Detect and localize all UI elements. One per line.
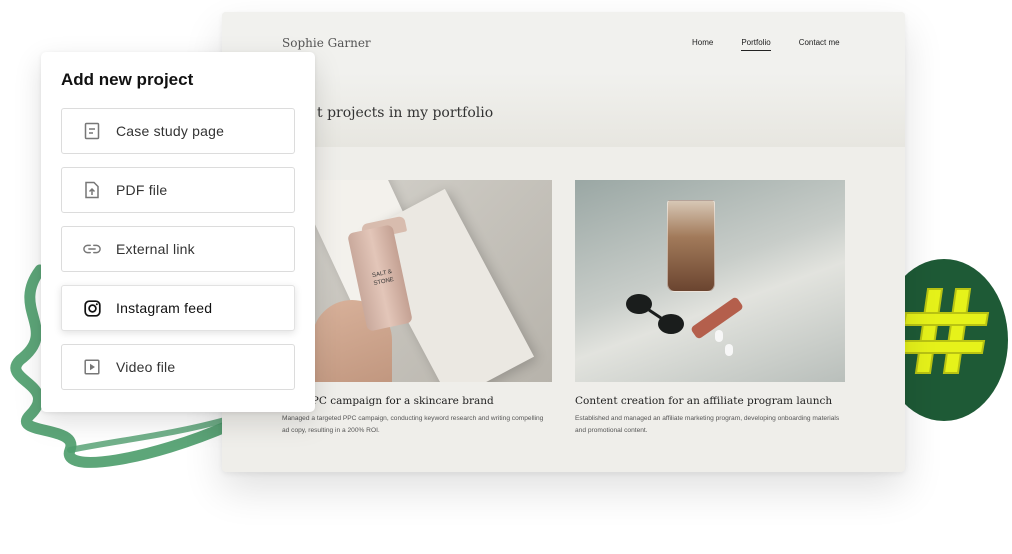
option-external-link[interactable]: External link <box>61 226 295 272</box>
hashtag-icon <box>898 288 990 374</box>
instagram-icon <box>83 299 101 317</box>
nav-portfolio-link[interactable]: Portfolio <box>741 38 771 51</box>
option-pdf-file[interactable]: PDF file <box>61 167 295 213</box>
skincare-product-photo: SALT & STONE <box>282 180 552 382</box>
project-description: Managed a targeted PPC campaign, conduct… <box>282 415 544 434</box>
panel-title: Add new project <box>61 70 194 89</box>
project-title[interactable]: sful PPC campaign for a skincare brand <box>282 395 552 407</box>
portfolio-headline: t projects in my portfolio <box>317 105 494 121</box>
option-label: PDF file <box>116 182 168 198</box>
project-description: Established and managed an affiliate mar… <box>575 415 840 434</box>
file-upload-icon <box>83 181 101 199</box>
option-instagram-feed[interactable]: Instagram feed <box>61 285 295 331</box>
project-card-affiliate[interactable]: Content creation for an affiliate progra… <box>575 180 845 436</box>
site-nav: Home Portfolio Contact me <box>692 38 868 51</box>
play-icon <box>83 358 101 376</box>
option-label: External link <box>116 241 195 257</box>
option-label: Video file <box>116 359 176 375</box>
option-video-file[interactable]: Video file <box>61 344 295 390</box>
document-icon <box>83 122 101 140</box>
option-case-study-page[interactable]: Case study page <box>61 108 295 154</box>
site-brand-name[interactable]: Sophie Garner <box>282 36 371 50</box>
project-card-skincare[interactable]: SALT & STONE sful PPC campaign for a ski… <box>282 180 552 436</box>
link-icon <box>83 240 101 258</box>
nav-home-link[interactable]: Home <box>692 38 713 51</box>
coffee-still-life-photo <box>575 180 845 382</box>
add-new-project-panel: Add new project Case study page PDF file… <box>41 52 315 412</box>
option-label: Case study page <box>116 123 225 139</box>
nav-contact-link[interactable]: Contact me <box>799 38 840 51</box>
portfolio-website-preview: Sophie Garner Home Portfolio Contact me … <box>222 12 905 472</box>
option-label: Instagram feed <box>116 300 213 316</box>
site-header <box>222 12 905 147</box>
project-title[interactable]: Content creation for an affiliate progra… <box>575 395 845 407</box>
